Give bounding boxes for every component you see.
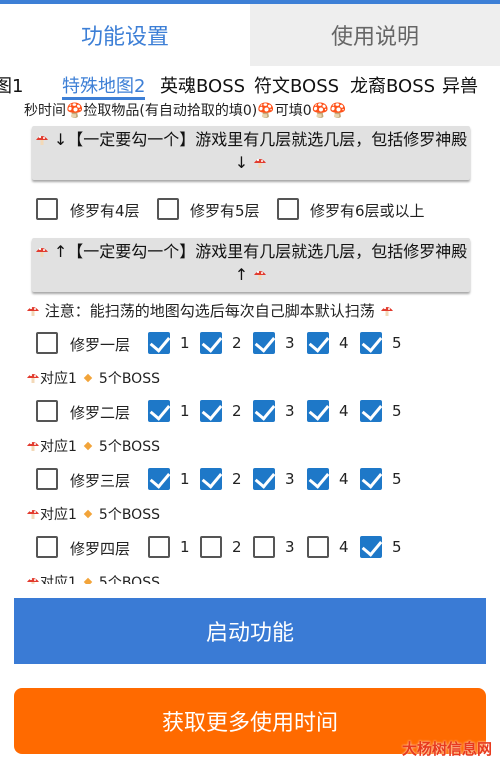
boss-checkbox[interactable] bbox=[200, 332, 222, 354]
boss-mapping-note: 对应1 5个BOSS bbox=[26, 504, 160, 524]
mushroom-icon bbox=[26, 507, 40, 521]
mapping-prefix: 对应1 bbox=[40, 371, 77, 387]
layer-select-button-bottom[interactable]: ↑【一定要勾一个】游戏里有几层就选几层，包括修罗神殿↑ bbox=[32, 238, 470, 292]
boss-label: 4 bbox=[339, 334, 349, 352]
boss-mapping-note: 对应1 5个BOSS bbox=[26, 436, 160, 456]
boss-label: 5 bbox=[392, 402, 402, 420]
mapping-suffix: 5个BOSS bbox=[98, 507, 160, 523]
layer-6-checkbox[interactable] bbox=[277, 198, 299, 220]
mapping-prefix: 对应1 bbox=[40, 575, 77, 584]
boss-label: 3 bbox=[285, 538, 295, 556]
boss-checkbox[interactable] bbox=[200, 400, 222, 422]
sub-tab-special-map2[interactable]: 特殊地图2 bbox=[62, 74, 146, 100]
boss-checkbox[interactable] bbox=[360, 468, 382, 490]
layer-5-checkbox[interactable] bbox=[157, 198, 179, 220]
boss-label: 1 bbox=[180, 402, 190, 420]
tab-function-settings[interactable]: 功能设置 bbox=[0, 4, 250, 66]
boss-label: 1 bbox=[180, 470, 190, 488]
sub-tab-hero-boss[interactable]: 英魂BOSS bbox=[160, 74, 245, 100]
watermark-logo: 大杨树信息网 bbox=[402, 740, 493, 758]
boss-mapping-note: 对应1 5个BOSS bbox=[26, 572, 160, 584]
floor-label: 修罗三层 bbox=[70, 472, 131, 490]
boss-checkbox[interactable] bbox=[307, 332, 329, 354]
mapping-prefix: 对应1 bbox=[40, 439, 77, 455]
boss-checkbox[interactable] bbox=[148, 400, 170, 422]
settings-scroll-area[interactable]: 秒时间🍄捡取物品(有自动拾取的填0)🍄可填0🍄🍄 ↓【一定要勾一个】游戏里有几层… bbox=[0, 100, 500, 584]
floor-checkbox[interactable] bbox=[36, 468, 58, 490]
boss-label: 1 bbox=[180, 538, 190, 556]
boss-checkbox[interactable] bbox=[253, 400, 275, 422]
sub-tab-bar[interactable]: 图1 特殊地图2 英魂BOSS 符文BOSS 龙裔BOSS 异兽 bbox=[0, 70, 500, 104]
boss-label: 2 bbox=[232, 334, 242, 352]
main-tab-bar: 功能设置 使用说明 bbox=[0, 4, 500, 66]
floor-label: 修罗一层 bbox=[70, 336, 131, 354]
floor-checkbox[interactable] bbox=[36, 536, 58, 558]
floor-checkbox[interactable] bbox=[36, 400, 58, 422]
mushroom-icon bbox=[26, 575, 40, 584]
layer-6-label: 修罗有6层或以上 bbox=[310, 202, 425, 220]
mushroom-icon bbox=[253, 153, 267, 168]
boss-label: 5 bbox=[392, 334, 402, 352]
boss-label: 3 bbox=[285, 402, 295, 420]
sub-tab-dragon-boss[interactable]: 龙裔BOSS bbox=[350, 74, 435, 100]
sub-tab-beast[interactable]: 异兽 bbox=[442, 74, 478, 100]
boss-label: 2 bbox=[232, 470, 242, 488]
layer-select-button-top[interactable]: ↓【一定要勾一个】游戏里有几层就选几层，包括修罗神殿↓ bbox=[32, 126, 470, 180]
mushroom-icon bbox=[26, 439, 40, 453]
layer-5-label: 修罗有5层 bbox=[190, 202, 260, 220]
boss-label: 5 bbox=[392, 538, 402, 556]
scan-note-text: 注意：能扫荡的地图勾选后每次自己脚本默认扫荡 bbox=[44, 302, 375, 320]
boss-checkbox[interactable] bbox=[148, 332, 170, 354]
diamond-icon bbox=[83, 441, 93, 451]
sub-tab-map1[interactable]: 图1 bbox=[0, 74, 23, 100]
layer-4-checkbox[interactable] bbox=[36, 198, 58, 220]
floor-label: 修罗四层 bbox=[70, 540, 131, 558]
boss-checkbox[interactable] bbox=[360, 400, 382, 422]
boss-checkbox[interactable] bbox=[360, 536, 382, 558]
mapping-suffix: 5个BOSS bbox=[98, 439, 160, 455]
mapping-prefix: 对应1 bbox=[40, 507, 77, 523]
boss-label: 4 bbox=[339, 470, 349, 488]
boss-checkbox[interactable] bbox=[200, 468, 222, 490]
diamond-icon bbox=[83, 373, 93, 383]
boss-checkbox[interactable] bbox=[307, 400, 329, 422]
boss-checkbox[interactable] bbox=[253, 536, 275, 558]
boss-label: 1 bbox=[180, 334, 190, 352]
mapping-suffix: 5个BOSS bbox=[98, 575, 160, 584]
boss-checkbox[interactable] bbox=[253, 332, 275, 354]
mapping-suffix: 5个BOSS bbox=[98, 371, 160, 387]
boss-label: 5 bbox=[392, 470, 402, 488]
boss-checkbox[interactable] bbox=[148, 536, 170, 558]
mushroom-icon bbox=[26, 371, 40, 385]
boss-mapping-note: 对应1 5个BOSS bbox=[26, 368, 160, 388]
boss-checkbox[interactable] bbox=[360, 332, 382, 354]
boss-label: 3 bbox=[285, 470, 295, 488]
boss-label: 2 bbox=[232, 538, 242, 556]
mushroom-icon bbox=[35, 130, 49, 145]
pickup-note: 秒时间🍄捡取物品(有自动拾取的填0)🍄可填0🍄🍄 bbox=[24, 103, 347, 119]
mushroom-icon bbox=[253, 265, 267, 280]
boss-checkbox[interactable] bbox=[307, 468, 329, 490]
mushroom-icon bbox=[26, 304, 40, 318]
mushroom-icon bbox=[380, 304, 394, 318]
layer-4-label: 修罗有4层 bbox=[70, 202, 140, 220]
boss-label: 4 bbox=[339, 538, 349, 556]
start-function-button[interactable]: 启动功能 bbox=[14, 598, 486, 664]
diamond-icon bbox=[83, 577, 93, 584]
boss-checkbox[interactable] bbox=[148, 468, 170, 490]
boss-checkbox[interactable] bbox=[200, 536, 222, 558]
boss-label: 4 bbox=[339, 402, 349, 420]
mushroom-icon bbox=[35, 242, 49, 257]
diamond-icon bbox=[83, 509, 93, 519]
floor-checkbox[interactable] bbox=[36, 332, 58, 354]
boss-label: 2 bbox=[232, 402, 242, 420]
boss-label: 3 bbox=[285, 334, 295, 352]
sub-tab-rune-boss[interactable]: 符文BOSS bbox=[254, 74, 339, 100]
scan-note-line: 注意：能扫荡的地图勾选后每次自己脚本默认扫荡 bbox=[26, 300, 394, 321]
tab-usage-instructions[interactable]: 使用说明 bbox=[250, 4, 500, 66]
boss-checkbox[interactable] bbox=[253, 468, 275, 490]
floor-label: 修罗二层 bbox=[70, 404, 131, 422]
boss-checkbox[interactable] bbox=[307, 536, 329, 558]
